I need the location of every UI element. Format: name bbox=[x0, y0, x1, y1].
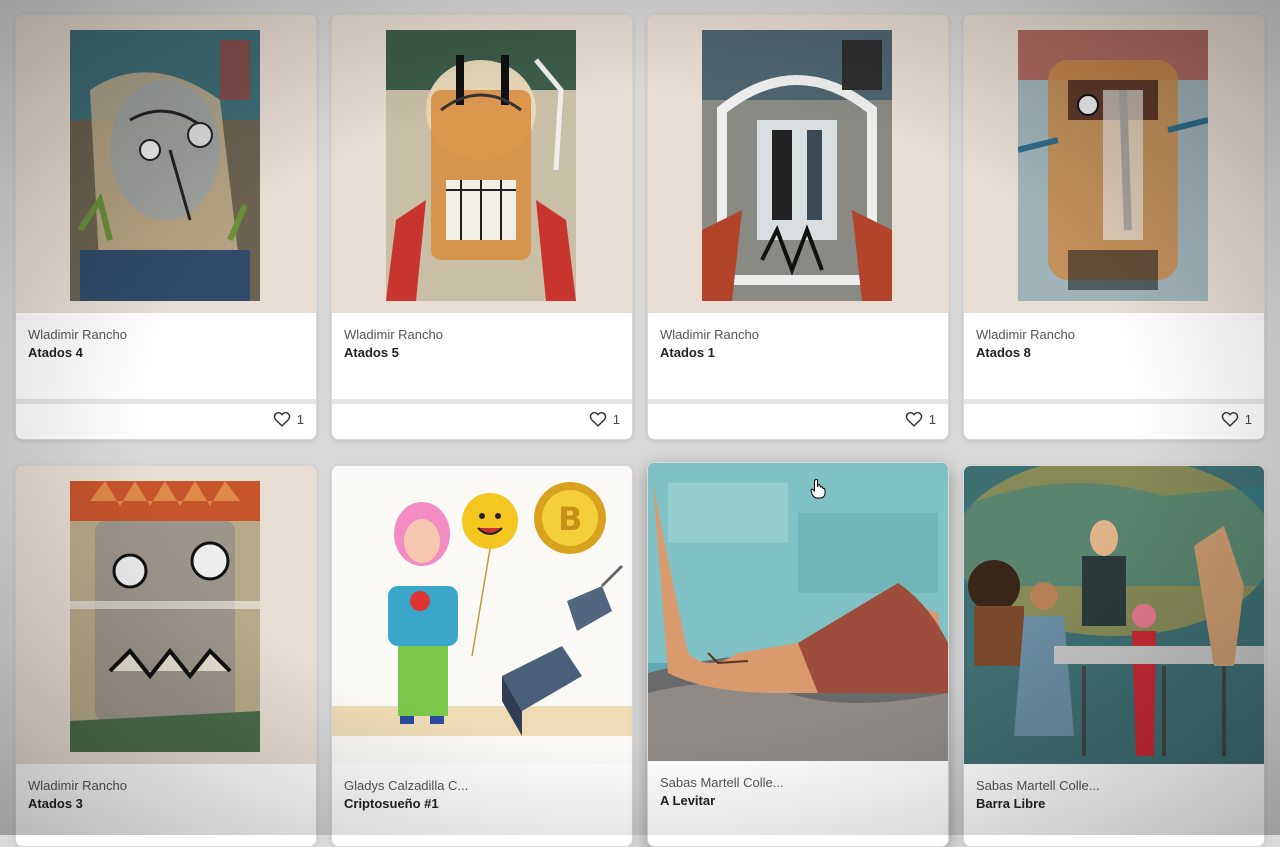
like-count: 1 bbox=[296, 411, 304, 427]
artwork-thumbnail[interactable] bbox=[16, 15, 316, 313]
card-meta: Wladimir Rancho Atados 5 bbox=[332, 313, 632, 399]
like-count: 1 bbox=[1244, 411, 1252, 427]
artist-name[interactable]: Sabas Martell Colle... bbox=[660, 775, 784, 790]
artwork-title[interactable]: Atados 3 bbox=[28, 796, 83, 811]
artwork-image bbox=[70, 481, 260, 752]
artwork-card[interactable]: B Gladys Calzadilla C... Criptosueño #1 bbox=[331, 465, 633, 847]
card-footer: 1 bbox=[964, 404, 1264, 439]
artwork-title[interactable]: Barra Libre bbox=[976, 796, 1045, 811]
card-meta: Wladimir Rancho Atados 8 bbox=[964, 313, 1264, 399]
artwork-card[interactable]: Wladimir Rancho Atados 3 bbox=[15, 465, 317, 847]
like-count: 1 bbox=[612, 411, 620, 427]
artwork-title[interactable]: A Levitar bbox=[660, 793, 715, 808]
artwork-title[interactable]: Atados 5 bbox=[344, 345, 399, 360]
heart-outline-icon bbox=[589, 411, 607, 427]
artwork-title[interactable]: Atados 4 bbox=[28, 345, 83, 360]
card-footer: 1 bbox=[332, 404, 632, 439]
svg-text:B: B bbox=[558, 500, 582, 538]
artwork-title[interactable]: Atados 8 bbox=[976, 345, 1031, 360]
artwork-thumbnail[interactable] bbox=[16, 466, 316, 764]
like-button[interactable]: 1 bbox=[905, 411, 936, 427]
card-meta: Sabas Martell Colle... A Levitar bbox=[648, 761, 948, 846]
artwork-image bbox=[964, 466, 1264, 764]
like-count: 1 bbox=[928, 411, 936, 427]
artist-name[interactable]: Sabas Martell Colle... bbox=[976, 778, 1100, 793]
card-footer: 1 bbox=[648, 404, 948, 439]
artwork-title[interactable]: Atados 1 bbox=[660, 345, 715, 360]
artwork-thumbnail[interactable] bbox=[964, 15, 1264, 313]
heart-outline-icon bbox=[905, 411, 923, 427]
card-meta: Wladimir Rancho Atados 4 bbox=[16, 313, 316, 399]
like-button[interactable]: 1 bbox=[589, 411, 620, 427]
artwork-title[interactable]: Criptosueño #1 bbox=[344, 796, 439, 811]
artist-name[interactable]: Wladimir Rancho bbox=[660, 327, 759, 342]
artist-name[interactable]: Wladimir Rancho bbox=[28, 778, 127, 793]
like-button[interactable]: 1 bbox=[1221, 411, 1252, 427]
artwork-card[interactable]: Wladimir Rancho Atados 8 1 bbox=[963, 14, 1265, 440]
heart-outline-icon bbox=[1221, 411, 1239, 427]
artwork-card[interactable]: Sabas Martell Colle... Barra Libre bbox=[963, 465, 1265, 847]
card-footer: 1 bbox=[16, 404, 316, 439]
heart-outline-icon bbox=[273, 411, 291, 427]
artwork-grid: Wladimir Rancho Atados 4 1 Wladimir Ranc… bbox=[0, 0, 1280, 847]
hand-pointer-icon bbox=[810, 479, 826, 499]
artwork-card[interactable]: Wladimir Rancho Atados 4 1 bbox=[15, 14, 317, 440]
artwork-image bbox=[702, 30, 892, 301]
artwork-image bbox=[70, 30, 260, 301]
artwork-card[interactable]: Wladimir Rancho Atados 5 1 bbox=[331, 14, 633, 440]
artwork-image bbox=[1018, 30, 1208, 301]
artist-name[interactable]: Wladimir Rancho bbox=[344, 327, 443, 342]
artist-name[interactable]: Gladys Calzadilla C... bbox=[344, 778, 468, 793]
artwork-thumbnail[interactable] bbox=[332, 15, 632, 313]
artwork-thumbnail[interactable] bbox=[648, 15, 948, 313]
artwork-card[interactable]: Sabas Martell Colle... A Levitar bbox=[647, 462, 949, 847]
artwork-thumbnail[interactable] bbox=[648, 463, 948, 761]
artwork-card[interactable]: Wladimir Rancho Atados 1 1 bbox=[647, 14, 949, 440]
artwork-thumbnail[interactable] bbox=[964, 466, 1264, 764]
artist-name[interactable]: Wladimir Rancho bbox=[976, 327, 1075, 342]
artwork-image bbox=[648, 463, 948, 761]
artwork-image: B bbox=[332, 466, 632, 764]
card-meta: Wladimir Rancho Atados 1 bbox=[648, 313, 948, 399]
artist-name[interactable]: Wladimir Rancho bbox=[28, 327, 127, 342]
artwork-image bbox=[386, 30, 576, 301]
artwork-thumbnail[interactable]: B bbox=[332, 466, 632, 764]
like-button[interactable]: 1 bbox=[273, 411, 304, 427]
